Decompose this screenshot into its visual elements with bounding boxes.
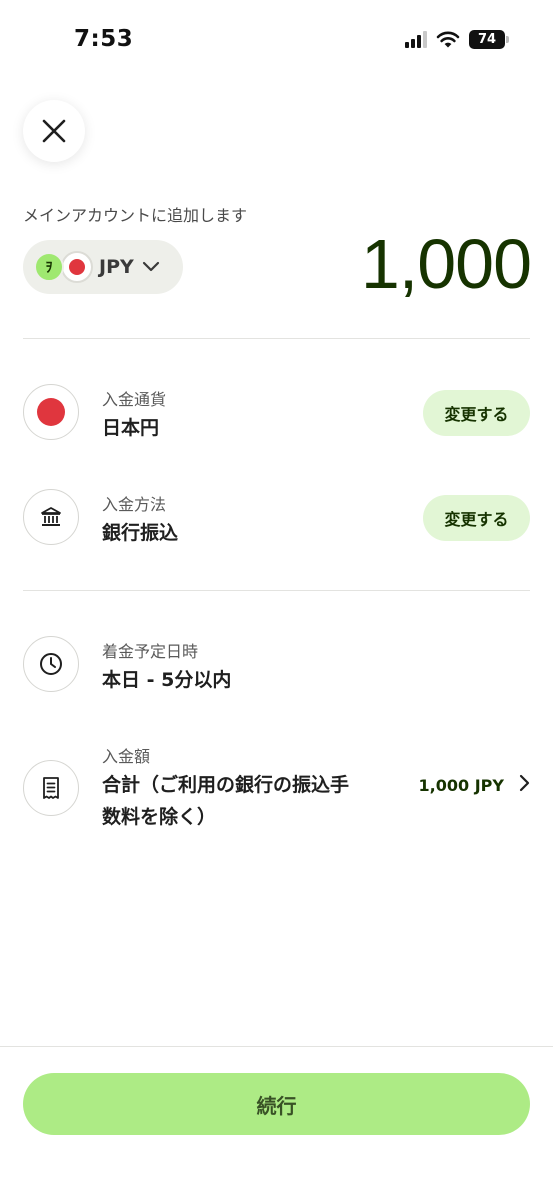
receipt-icon — [23, 760, 79, 816]
currency-code: JPY — [99, 256, 134, 278]
battery-level: 74 — [469, 30, 505, 49]
deposit-currency-label: 入金通貨 — [102, 390, 167, 409]
deposit-currency-row: 入金通貨 日本円 変更する — [23, 384, 530, 442]
deposit-amount-total-line2: 数料を除く） — [102, 806, 217, 828]
bank-icon — [23, 489, 79, 545]
wise-logo-icon: ｦ — [34, 252, 64, 282]
status-icons: 74 — [405, 30, 509, 49]
arrival-label: 着金予定日時 — [102, 642, 199, 661]
deposit-method-label: 入金方法 — [102, 495, 167, 514]
currency-selector[interactable]: ｦ JPY — [23, 240, 183, 294]
deposit-currency-value: 日本円 — [102, 417, 160, 439]
amount-value[interactable]: 1,000 — [361, 224, 532, 304]
status-time: 7:53 — [74, 26, 134, 52]
signal-icon — [405, 31, 427, 48]
divider — [23, 338, 530, 339]
deposit-method-row: 入金方法 銀行振込 変更する — [23, 489, 530, 547]
close-button[interactable] — [23, 100, 85, 162]
arrival-row: 着金予定日時 本日 - 5分以内 — [23, 636, 530, 694]
wifi-icon — [436, 31, 460, 47]
deposit-method-value: 銀行振込 — [102, 522, 179, 544]
change-method-button[interactable]: 変更する — [423, 495, 530, 541]
footer-divider — [0, 1046, 553, 1047]
battery-icon: 74 — [469, 30, 509, 49]
chevron-down-icon — [142, 261, 160, 273]
close-icon — [42, 119, 66, 143]
deposit-amount-label: 入金額 — [102, 747, 151, 766]
continue-button[interactable]: 続行 — [23, 1073, 530, 1135]
deposit-amount-value: 1,000 JPY — [418, 775, 504, 795]
add-to-label: メインアカウントに追加します — [23, 206, 248, 225]
change-currency-button[interactable]: 変更する — [423, 390, 530, 436]
japan-flag-icon — [61, 251, 93, 283]
deposit-amount-row: 入金額 合計（ご利用の銀行の振込手 数料を除く） 1,000 JPY — [23, 741, 530, 841]
deposit-amount-total-line1: 合計（ご利用の銀行の振込手 — [102, 774, 350, 796]
japan-flag-icon — [23, 384, 79, 440]
chevron-right-icon — [518, 774, 530, 796]
divider — [23, 590, 530, 591]
arrival-value: 本日 - 5分以内 — [102, 669, 232, 691]
deposit-amount-detail-link[interactable]: 1,000 JPY — [419, 774, 530, 796]
status-bar: 7:53 74 — [0, 0, 553, 80]
clock-icon — [23, 636, 79, 692]
